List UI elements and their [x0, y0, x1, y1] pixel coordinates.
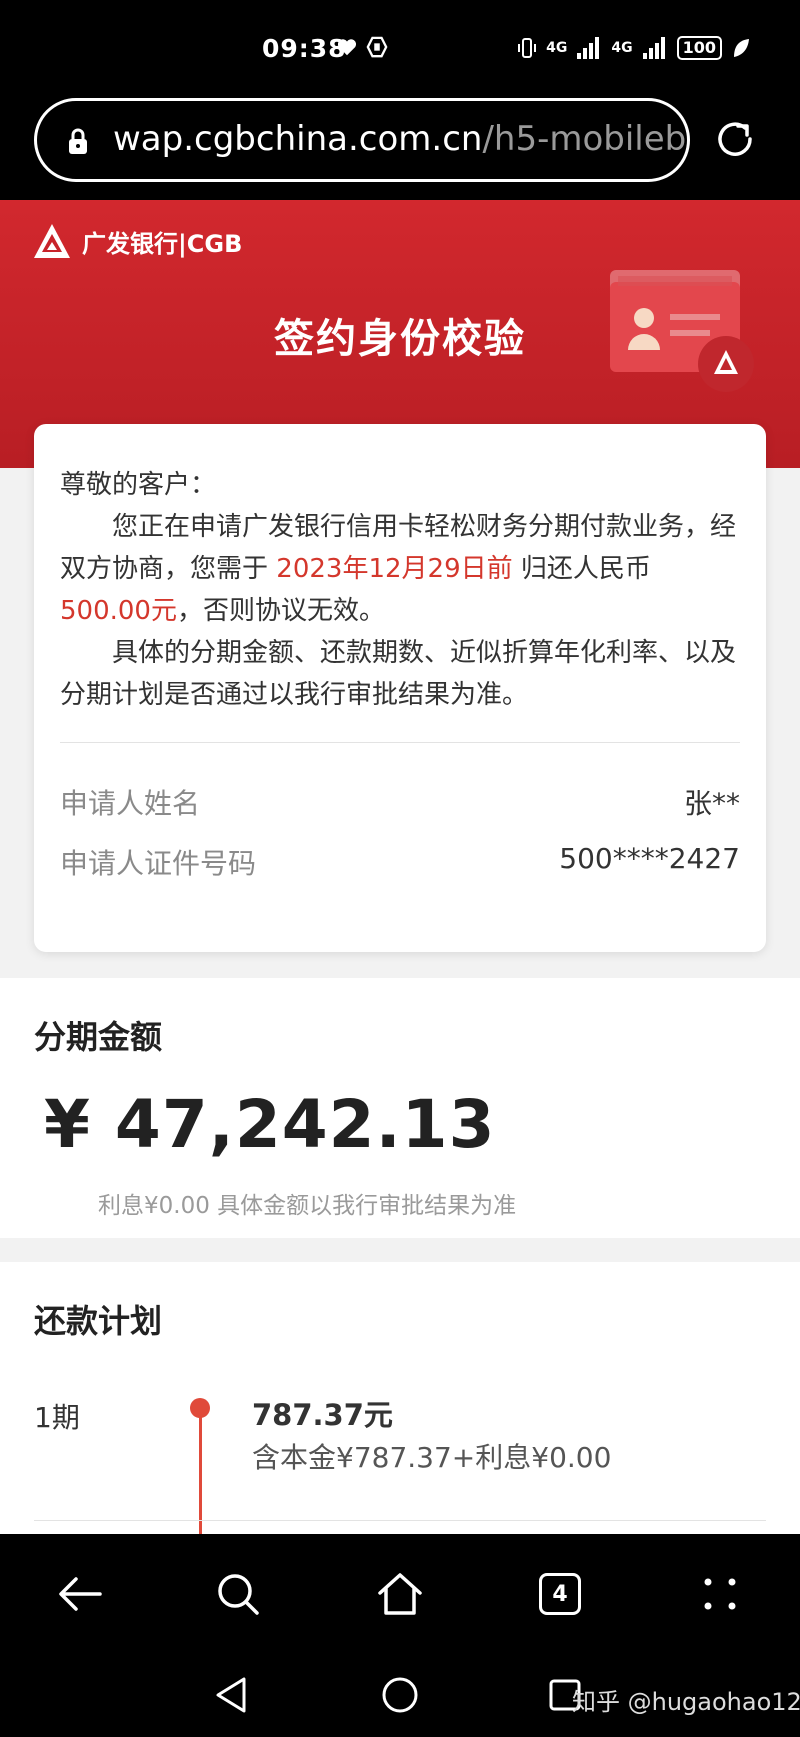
signal-icon: [577, 37, 600, 59]
signal-icon-2: [642, 37, 665, 59]
home-button[interactable]: [370, 1564, 430, 1624]
circle-home-icon: [382, 1677, 418, 1713]
search-icon: [218, 1574, 259, 1615]
vibrate-icon: [518, 38, 537, 58]
due-amount: 500.00元: [60, 596, 177, 626]
installment-amount: ¥ 47,242.13: [44, 1086, 496, 1163]
signal-label-1: 4G: [546, 40, 568, 56]
cgb-logo-icon: [34, 224, 70, 258]
reload-icon[interactable]: [712, 116, 758, 162]
applicant-id-row: 申请人证件号码 500****2427: [60, 842, 740, 882]
applicant-name-label: 申请人姓名: [60, 787, 201, 820]
notice-paragraph-2: 具体的分期金额、还款期数、近似折算年化利率、以及分期计划是否通过以我行审批结果为…: [60, 638, 737, 710]
applicant-id-value: 500****2427: [559, 842, 740, 875]
signal-label-2: 4G: [611, 40, 633, 56]
browser-address-bar: wap.cgbchina.com.cn/h5-mobileba: [0, 90, 800, 200]
system-nav-bar: 知乎 @hugaohao123: [0, 1654, 800, 1737]
lock-icon: [69, 128, 87, 154]
shield-hand-icon: [366, 36, 388, 58]
plan-payment-detail: 含本金¥787.37+利息¥0.00: [252, 1441, 612, 1474]
plan-period: 1期: [34, 1401, 80, 1434]
nav-home-button[interactable]: [375, 1670, 425, 1720]
url-field[interactable]: wap.cgbchina.com.cn/h5-mobileba: [34, 98, 690, 182]
id-card-illustration: [610, 270, 754, 392]
leaf-icon: [734, 39, 749, 57]
nav-back-button[interactable]: [206, 1670, 256, 1720]
logo-text: 广发银行|CGB: [82, 229, 243, 258]
notice-paragraph-1: 您正在申请广发银行信用卡轻松财务分期付款业务，经双方协商，您需于 2023年12…: [60, 506, 740, 632]
timeline-line: [199, 1414, 202, 1534]
home-icon: [378, 1573, 422, 1615]
repayment-plan-section: 还款计划 1期 787.37元 含本金¥787.37+利息¥0.00: [0, 1262, 800, 1534]
notice-text: 尊敬的客户： 您正在申请广发银行信用卡轻松财务分期付款业务，经双方协商，您需于 …: [60, 464, 740, 716]
plan-section-title: 还款计划: [34, 1302, 163, 1340]
tab-count: 4: [539, 1573, 581, 1615]
status-bar: 09:38 4G 4G 100: [0, 0, 800, 90]
more-dots-icon: [704, 1578, 736, 1610]
installment-amount-section: 分期金额 ¥ 47,242.13 利息¥0.00 具体金额以我行审批结果为准: [0, 978, 800, 1238]
url-text: wap.cgbchina.com.cn/h5-mobileba: [113, 119, 690, 159]
card-divider: [60, 742, 740, 743]
bank-logo: 广发银行|CGB: [32, 222, 242, 260]
status-right-group: 4G 4G 100: [518, 36, 750, 60]
zhihu-watermark: 知乎 @hugaohao123: [572, 1688, 800, 1716]
heart-icon: [337, 39, 357, 56]
applicant-name-value: 张**: [683, 787, 740, 820]
amount-section-title: 分期金额: [34, 1018, 163, 1056]
url-path: /h5-mobileba: [482, 119, 690, 159]
plan-payment-amount: 787.37元: [252, 1398, 393, 1432]
search-button[interactable]: [208, 1564, 268, 1624]
triangle-back-icon: [216, 1677, 246, 1713]
para1-text-b: 归还人民币: [520, 554, 651, 584]
back-arrow-icon: [59, 1577, 102, 1611]
back-button[interactable]: [50, 1564, 110, 1624]
browser-toolbar: 4: [0, 1534, 800, 1654]
greeting: 尊敬的客户：: [60, 470, 217, 500]
url-host: wap.cgbchina.com.cn: [113, 119, 483, 159]
amount-note: 利息¥0.00 具体金额以我行审批结果为准: [98, 1193, 517, 1219]
menu-button[interactable]: [690, 1564, 750, 1624]
contract-info-card: 尊敬的客户： 您正在申请广发银行信用卡轻松财务分期付款业务，经双方协商，您需于 …: [34, 424, 766, 952]
applicant-id-label: 申请人证件号码: [60, 847, 257, 880]
plan-divider: [34, 1520, 766, 1521]
due-date: 2023年12月29日前: [276, 554, 513, 584]
status-time: 09:38: [262, 34, 347, 63]
applicant-name-row: 申请人姓名 张**: [60, 782, 740, 822]
battery-indicator: 100: [676, 36, 722, 60]
tabs-button[interactable]: 4: [530, 1564, 590, 1624]
para1-text-c: ，否则协议无效。: [176, 596, 385, 626]
